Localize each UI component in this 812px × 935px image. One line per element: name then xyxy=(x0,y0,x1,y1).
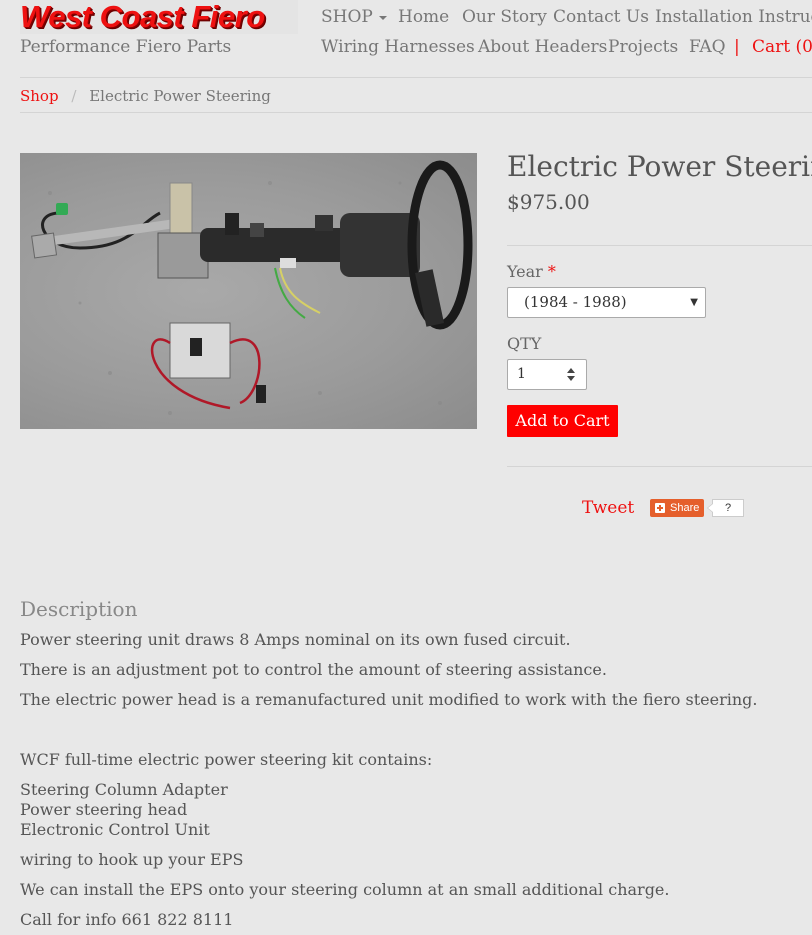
nav-faq[interactable]: FAQ xyxy=(689,37,726,57)
nav-cart[interactable]: Cart (0) xyxy=(752,37,812,57)
product-price: $975.00 xyxy=(507,190,590,214)
nav-contact-us[interactable]: Contact Us xyxy=(553,7,649,27)
plus-icon xyxy=(655,503,665,513)
site-logo[interactable]: West Coast Fiero xyxy=(20,0,298,34)
qty-label: QTY xyxy=(507,334,542,353)
price-divider xyxy=(507,245,812,246)
breadcrumb: Shop / Electric Power Steering xyxy=(20,87,271,105)
required-mark: * xyxy=(547,262,556,281)
description-line: We can install the EPS onto your steerin… xyxy=(20,880,670,899)
nav-shop-label: SHOP xyxy=(321,7,373,27)
nav-home[interactable]: Home xyxy=(398,7,449,27)
share-label: Share xyxy=(670,502,700,514)
add-to-cart-button[interactable]: Add to Cart xyxy=(507,405,618,437)
nav-separator: | xyxy=(734,37,740,57)
contact-line: Call for info 661 822 8111 xyxy=(20,910,234,929)
qty-input[interactable]: 1 xyxy=(507,359,587,390)
description-line: wiring to hook up your EPS xyxy=(20,850,244,869)
product-image[interactable] xyxy=(20,153,477,429)
tweet-link[interactable]: Tweet xyxy=(582,498,634,518)
kit-item: Steering Column Adapter xyxy=(20,780,228,799)
nav-installation-instructions[interactable]: Installation Instructi xyxy=(655,7,812,27)
spinner-arrows-icon[interactable] xyxy=(567,368,576,381)
kit-item: Electronic Control Unit xyxy=(20,820,210,839)
share-button[interactable]: Share xyxy=(650,499,704,517)
product-title: Electric Power Steering xyxy=(507,150,812,183)
steering-column-photo xyxy=(31,160,473,415)
site-tagline: Performance Fiero Parts xyxy=(20,37,232,57)
breadcrumb-shop-link[interactable]: Shop xyxy=(20,87,59,105)
caret-down-icon xyxy=(378,15,387,20)
year-select-value: (1984 - 1988) xyxy=(524,293,627,311)
nav-our-story[interactable]: Our Story xyxy=(462,7,547,27)
year-select[interactable]: (1984 - 1988) ▼ xyxy=(507,287,706,318)
description-line: There is an adjustment pot to control th… xyxy=(20,660,607,679)
description-line: Power steering unit draws 8 Amps nominal… xyxy=(20,630,571,649)
share-count: ? xyxy=(707,499,744,517)
nav-projects[interactable]: Projects xyxy=(608,37,678,57)
nav-wiring-harnesses[interactable]: Wiring Harnesses xyxy=(321,37,475,57)
nav-shop[interactable]: SHOP xyxy=(321,7,387,27)
add-divider xyxy=(507,466,812,467)
qty-value: 1 xyxy=(517,366,526,382)
dropdown-arrow-icon: ▼ xyxy=(690,297,698,308)
year-label-text: Year xyxy=(507,262,543,281)
header-divider xyxy=(20,77,812,78)
breadcrumb-current: Electric Power Steering xyxy=(89,87,271,105)
breadcrumb-separator: / xyxy=(71,87,77,105)
breadcrumb-divider xyxy=(20,112,812,113)
description-heading: Description xyxy=(20,597,138,621)
description-line: WCF full-time electric power steering ki… xyxy=(20,750,433,769)
description-line: The electric power head is a remanufactu… xyxy=(20,690,758,709)
kit-item: Power steering head xyxy=(20,800,188,819)
year-label: Year * xyxy=(507,262,556,281)
nav-about-headers[interactable]: About Headers xyxy=(478,37,607,57)
